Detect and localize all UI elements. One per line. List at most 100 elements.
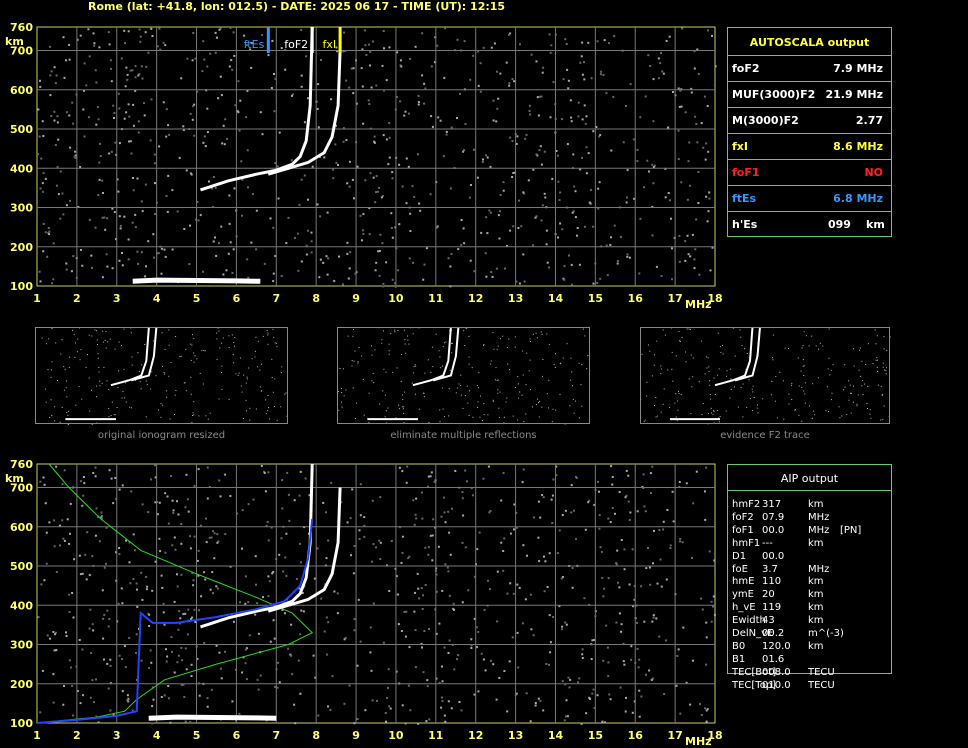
bottom-noise-dot [55,465,58,468]
bottom-noise-dot [658,529,661,531]
top-noise-dot [508,33,511,36]
bottom-noise-dot [429,534,432,537]
top-noise-dot [88,218,91,221]
top-noise-dot [326,211,329,214]
top-noise-dot [319,215,322,218]
top-noise-dot [300,260,303,263]
thumbnail-evidence [640,327,890,424]
bottom-noise-dot [206,697,209,700]
top-noise-dot [270,87,273,89]
top-noise-dot [107,31,110,34]
bottom-noise-dot [213,532,216,535]
bottom-noise-dot [241,671,244,674]
top-noise-dot [303,174,306,177]
top-noise-dot [657,57,660,60]
top-noise-dot [317,126,320,129]
top-noise-dot [485,275,488,278]
top-noise-dot [639,116,642,119]
bottom-noise-dot [151,589,154,592]
bottom-noise-dot [401,470,404,473]
bottom-noise-dot [160,696,163,698]
autoscala-value: 7.9 MHz [833,62,883,75]
bottom-noise-dot [713,613,716,616]
bottom-noise-dot [539,699,542,702]
top-noise-dot [267,54,270,57]
bottom-noise-dot [447,570,450,573]
top-noise-dot [68,43,71,46]
bottom-noise-dot [371,560,373,563]
bottom-noise-dot [665,639,667,642]
bottom-noise-dot [268,580,271,583]
bottom-noise-dot [101,589,104,592]
bottom-noise-dot [704,490,706,493]
bottom-noise-dot [625,696,627,699]
top-noise-dot [319,258,322,261]
aip-extra: [PN] [840,524,862,536]
top-noise-dot [113,117,115,119]
aip-label: foF2 [732,511,754,523]
top-noise-dot [561,228,564,231]
bottom-noise-dot [349,517,352,520]
bottom-noise-dot [85,578,88,581]
top-noise-dot [65,111,68,114]
bottom-noise-dot [92,472,95,474]
top-x-tick-label: 9 [352,292,360,305]
top-x-tick-label: 7 [272,292,280,305]
bottom-x-tick-label: 16 [628,729,644,742]
bottom-noise-dot [150,478,152,481]
bottom-noise-dot [441,680,444,683]
top-noise-dot [140,251,143,254]
bottom-noise-dot [415,517,418,520]
top-noise-dot [212,176,215,178]
top-noise-dot [616,262,619,265]
bottom-noise-dot [629,511,632,514]
bottom-noise-dot [53,519,56,522]
bottom-noise-dot [189,721,192,723]
top-noise-dot [305,55,308,58]
bottom-noise-dot [180,573,183,576]
top-noise-dot [232,248,235,251]
bottom-noise-dot [567,676,570,679]
bottom-noise-dot [331,675,334,678]
top-noise-dot [209,52,212,55]
top-noise-dot [697,171,700,173]
top-noise-dot [153,256,155,259]
bottom-noise-dot [408,646,411,649]
bottom-noise-dot [423,630,426,632]
bottom-noise-dot [618,586,621,589]
bottom-noise-dot [294,722,297,725]
bottom-noise-dot [556,552,559,555]
bottom-noise-dot [369,651,372,654]
top-noise-dot [193,134,196,137]
bottom-noise-dot [648,566,651,569]
bottom-noise-dot [330,481,333,484]
top-noise-dot [398,163,401,166]
top-noise-dot [298,203,301,206]
aip-value: 008.0 [762,666,791,678]
top-noise-dot [53,119,56,122]
top-noise-dot [300,74,303,77]
top-noise-dot [652,120,655,123]
top-noise-dot [579,61,582,64]
bottom-noise-dot [699,703,701,706]
top-noise-dot [678,234,681,237]
bottom-noise-dot [669,547,672,549]
bottom-noise-dot [358,537,361,540]
bottom-noise-dot [500,499,503,502]
bottom-noise-dot [184,647,187,650]
top-noise-dot [556,154,559,157]
top-noise-dot [352,92,355,95]
top-noise-dot [231,272,234,274]
top-noise-dot [516,135,519,138]
bottom-noise-dot [343,638,346,641]
bottom-noise-dot [244,602,247,605]
bottom-noise-dot [385,720,387,723]
bottom-noise-dot [79,702,82,705]
bottom-noise-dot [154,464,156,467]
bottom-noise-dot [692,659,694,662]
aip-value: --- [762,537,773,549]
top-noise-dot [484,252,487,255]
bottom-noise-dot [610,465,613,468]
bottom-noise-dot [187,608,190,611]
bottom-noise-dot [173,671,176,674]
